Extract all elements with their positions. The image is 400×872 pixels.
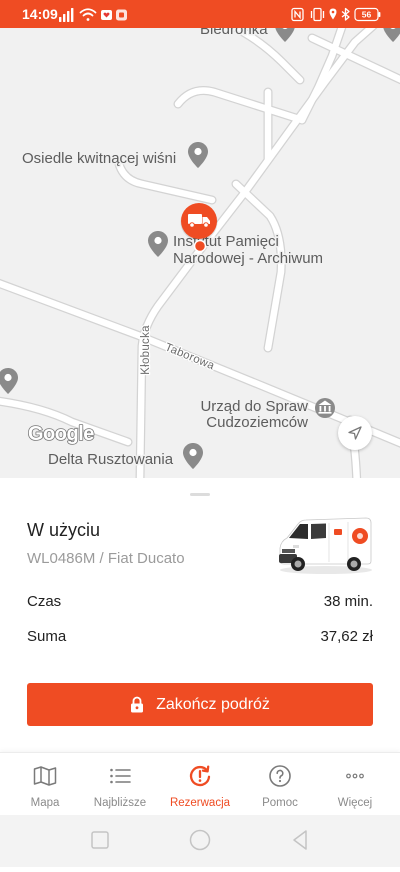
poi-pin-icon[interactable]: [0, 368, 18, 394]
back-icon[interactable]: [293, 830, 307, 850]
nav-item-map[interactable]: Mapa: [5, 753, 85, 816]
poi-label-biedronka: Biedronka: [200, 28, 268, 38]
detail-row-total: Suma 37,62 zł: [27, 628, 373, 646]
vehicle-marker[interactable]: [180, 203, 218, 241]
home-icon[interactable]: [189, 829, 211, 851]
poi-pin-icon[interactable]: [275, 28, 295, 42]
bottom-nav: Mapa Najbliższe Rezerwacja Pomoc Więcej: [0, 752, 400, 815]
trip-sheet: W użyciu WL0486M / Fiat Ducato Czas 38 m…: [0, 478, 400, 752]
system-nav-icons: [91, 829, 307, 851]
poi-label-urzad-line1: Urząd do Spraw: [200, 398, 308, 415]
battery-icon: 56: [354, 7, 381, 22]
location-icon: [329, 8, 337, 20]
google-logo: Google: [28, 423, 94, 445]
reservation-icon: [189, 765, 211, 787]
detail-value-total: 37,62 zł: [320, 628, 373, 645]
lock-icon: [131, 696, 144, 713]
locate-me-button[interactable]: [338, 416, 372, 450]
detail-label-total: Suma: [27, 628, 67, 645]
system-nav-bar: [0, 815, 400, 867]
street-label-klobucka: Kłobucka: [140, 325, 152, 375]
government-building-icon[interactable]: [315, 398, 335, 418]
poi-pin-icon[interactable]: [188, 142, 208, 168]
bluetooth-icon: [341, 7, 350, 21]
poi-label-osiedle: Osiedle kwitnącej wiśni: [22, 150, 176, 167]
recents-icon[interactable]: [91, 831, 109, 849]
sheet-drag-handle[interactable]: [190, 493, 210, 496]
app-notification-icon: [116, 9, 127, 21]
end-trip-button[interactable]: Zakończ podróż: [27, 683, 373, 726]
help-icon: [269, 765, 291, 787]
poi-label-ipn-line2: Narodowej - Archiwum: [173, 250, 323, 267]
nav-label-help: Pomoc: [262, 797, 298, 809]
list-icon: [110, 768, 131, 784]
poi-label-delta: Delta Rusztowania: [48, 451, 174, 468]
vibrate-icon: [310, 7, 325, 22]
street-label-taborowa: Taborowa: [163, 341, 216, 372]
poi-pin-icon[interactable]: [183, 443, 203, 469]
battery-level: 56: [362, 10, 372, 20]
signal-icon: [59, 8, 74, 22]
notification-icon: [101, 10, 112, 20]
nav-label-reservation: Rezerwacja: [169, 797, 231, 809]
poi-pin-icon[interactable]: [383, 28, 400, 42]
status-bar: 14:09 56: [0, 0, 400, 28]
map-icon: [33, 766, 57, 786]
map-view[interactable]: Kłobucka Taborowa Biedronka Osiedle kwit…: [0, 28, 400, 478]
detail-row-time: Czas 38 min.: [27, 593, 373, 611]
nav-item-nearest[interactable]: Najbliższe: [80, 753, 160, 816]
detail-label-time: Czas: [27, 593, 62, 610]
trip-status: W użyciu: [27, 520, 101, 540]
vehicle-location-dot: [193, 239, 207, 253]
nav-item-more[interactable]: Więcej: [315, 753, 395, 816]
more-icon: [346, 773, 364, 779]
nav-label-more: Więcej: [337, 797, 373, 809]
road: [0, 280, 140, 336]
end-trip-label: Zakończ podróż: [156, 695, 270, 713]
nav-item-reservation[interactable]: Rezerwacja: [160, 753, 240, 816]
nfc-icon: [291, 7, 304, 22]
vehicle-image: [279, 517, 372, 574]
nav-item-help[interactable]: Pomoc: [240, 753, 320, 816]
nav-label-map: Mapa: [30, 797, 60, 809]
detail-value-time: 38 min.: [323, 593, 373, 610]
status-icons: 56: [59, 7, 381, 22]
map-canvas[interactable]: Kłobucka Taborowa Biedronka Osiedle kwit…: [0, 28, 400, 478]
poi-pin-icon[interactable]: [148, 231, 168, 257]
vehicle-info: WL0486M / Fiat Ducato: [27, 550, 185, 567]
nav-label-nearest: Najbliższe: [93, 797, 147, 809]
wifi-icon: [79, 8, 97, 21]
poi-label-urzad-line2: Cudzoziemców: [206, 414, 308, 431]
navigation-arrow-icon: [348, 426, 362, 440]
